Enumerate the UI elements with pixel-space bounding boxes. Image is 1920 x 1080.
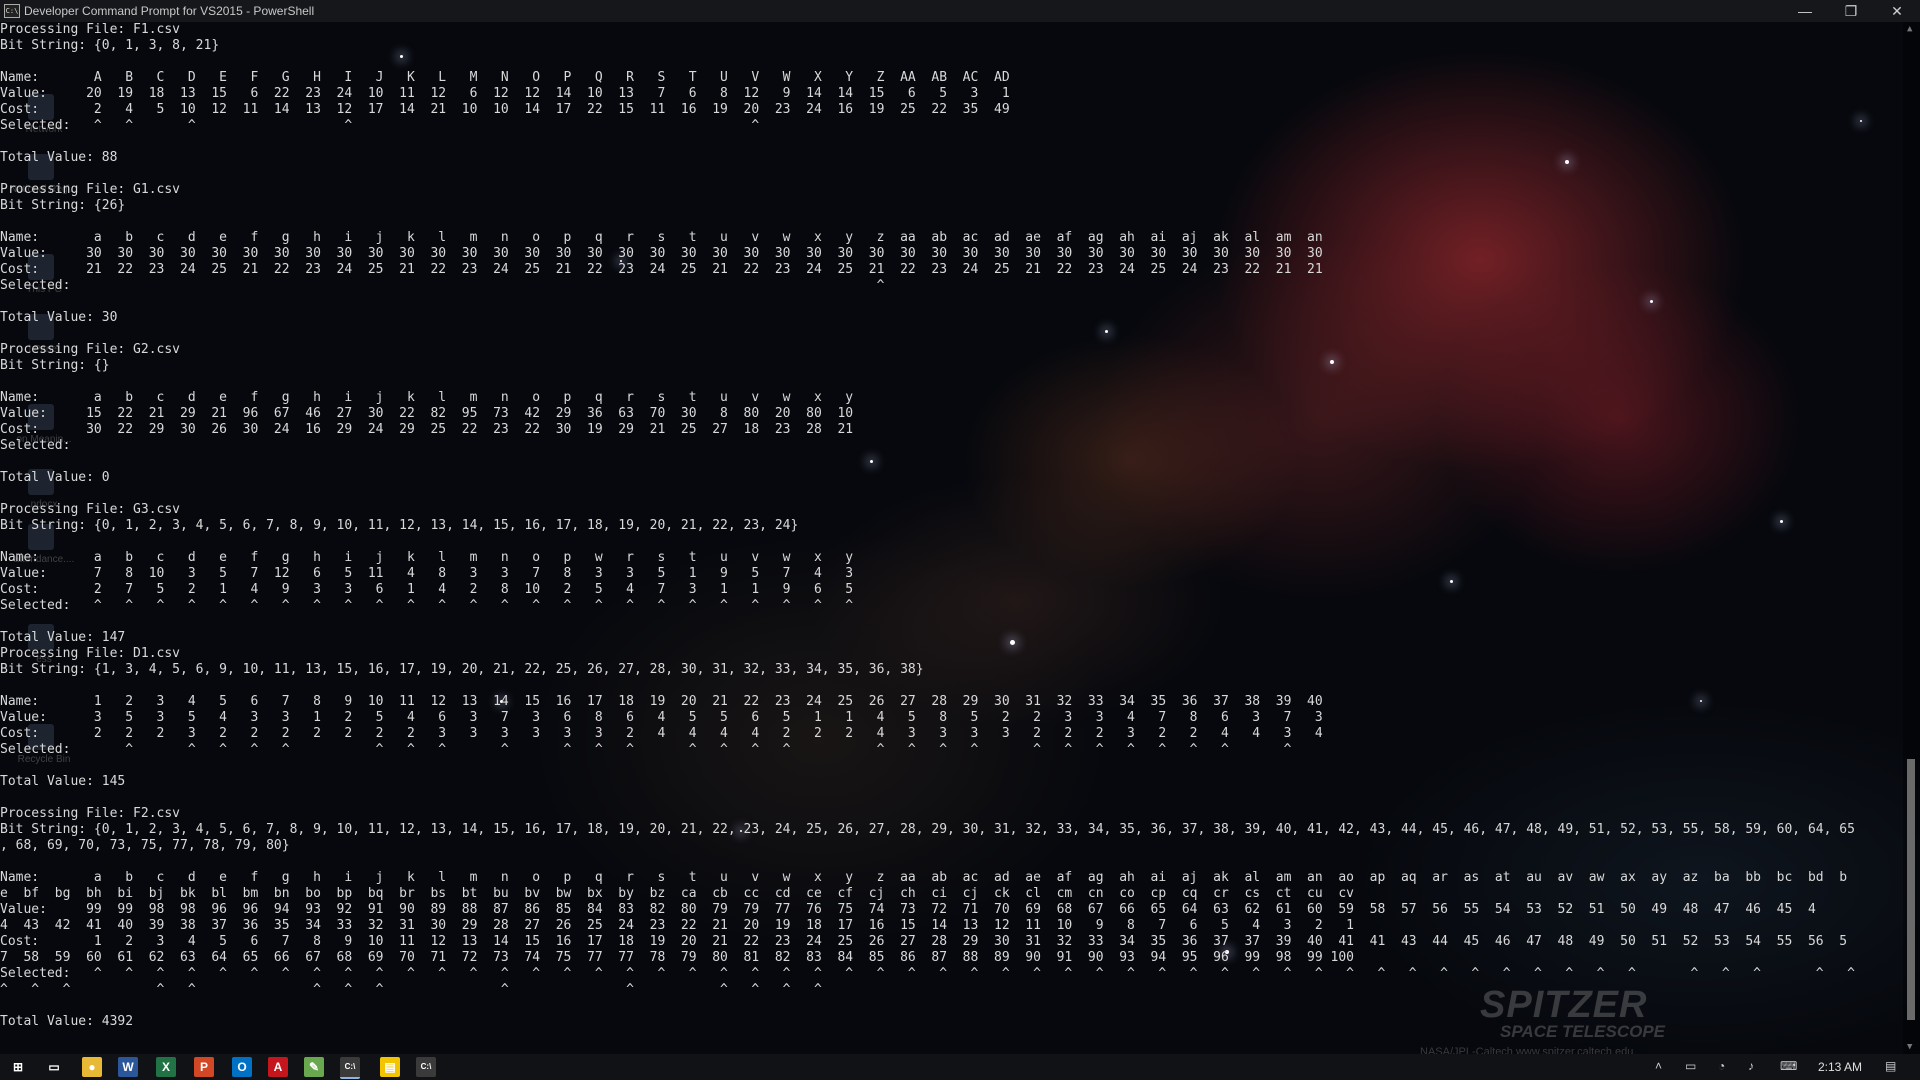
spitzer-watermark: SPITZER SPACE TELESCOPE NASA/JPL-Caltech… [1420,970,1690,1060]
taskbar-clock[interactable]: 2:13 AM [1818,1060,1862,1074]
terminal-line: Value: 15 22 21 29 21 96 67 46 27 30 22 … [0,406,854,421]
terminal-line: Total Value: 0 [0,470,110,485]
scroll-up-icon[interactable]: ▲ [1907,24,1912,34]
terminal-line: Bit String: {0, 1, 2, 3, 4, 5, 6, 7, 8, … [0,518,799,533]
terminal-line: Name: a b c d e f g h i j k l m n o p q … [0,390,854,405]
terminal-line: Bit String: {0, 1, 3, 8, 21} [0,38,220,53]
taskbar-start-icon[interactable]: ⊞ [8,1057,28,1077]
terminal-line: Cost: 1 2 3 4 5 6 7 8 9 10 11 12 13 14 1… [0,934,1848,949]
terminal-line: Selected: ^ ^ ^ ^ ^ ^ ^ ^ ^ ^ ^ ^ ^ ^ ^ … [0,598,854,613]
notification-center-icon[interactable]: ▤ [1885,1059,1896,1073]
terminal-line: Name: a b c d e f g h i j k l m n o p w … [0,550,854,565]
terminal-line: Cost: 2 4 5 10 12 11 14 13 12 17 14 21 1… [0,102,1010,117]
terminal-line: Cost: 21 22 23 24 25 21 22 23 24 25 21 2… [0,262,1323,277]
taskbar-outlook-icon[interactable]: O [232,1057,252,1077]
console-app-icon[interactable]: C:\ [4,4,20,18]
terminal-line: ^ ^ ^ ^ ^ ^ ^ ^ ^ ^ ^ ^ ^ ^ [0,982,822,997]
maximize-button[interactable]: ❐ [1828,2,1874,20]
taskbar-word-icon[interactable]: W [118,1057,138,1077]
terminal-line: e bf bg bh bi bj bk bl bm bn bo bp bq br… [0,886,1355,901]
network-icon[interactable]: ◔ [1718,1059,1725,1073]
terminal-line: Processing File: G3.csv [0,502,181,517]
terminal-line: Name: a b c d e f g h i j k l m n o p q … [0,870,1848,885]
taskbar-command-prompt-icon[interactable]: C:\ [416,1057,436,1077]
minimize-button[interactable]: — [1782,2,1828,20]
terminal-line: Bit String: {0, 1, 2, 3, 4, 5, 6, 7, 8, … [0,822,1855,837]
taskbar-sticky-notes-icon[interactable]: ▤ [380,1057,400,1077]
terminal-line: Name: 1 2 3 4 5 6 7 8 9 10 11 12 13 14 1… [0,694,1323,709]
terminal-line: Name: A B C D E F G H I J K L M N O P Q … [0,70,1010,85]
terminal-line: Total Value: 88 [0,150,118,165]
vertical-scrollbar[interactable]: ▲ ▼ [1903,22,1920,1054]
battery-icon[interactable]: ▭ [1685,1059,1696,1073]
volume-icon[interactable]: ♪ [1748,1059,1754,1073]
terminal-line: Value: 3 5 3 5 4 3 3 1 2 5 4 6 3 7 3 6 8… [0,710,1323,725]
taskbar-chrome-icon[interactable]: ● [82,1057,102,1077]
taskbar-notepad-icon[interactable]: ✎ [304,1057,324,1077]
terminal-line: Cost: 2 2 2 3 2 2 2 2 2 2 2 3 3 3 3 3 3 … [0,726,1323,741]
scrollbar-thumb[interactable] [1907,758,1915,1020]
terminal-line: Bit String: {1, 3, 4, 5, 6, 9, 10, 11, 1… [0,662,924,677]
watermark-title: SPITZER [1480,984,1648,1026]
terminal-line: Total Value: 147 [0,630,126,645]
terminal-line: Processing File: F1.csv [0,22,181,37]
terminal-line: Processing File: G2.csv [0,342,181,357]
terminal-line: Processing File: D1.csv [0,646,181,661]
terminal-line: Cost: 2 7 5 2 1 4 9 3 3 6 1 4 2 8 10 2 5… [0,582,854,597]
window-title: Developer Command Prompt for VS2015 - Po… [24,4,315,18]
terminal-output[interactable]: Processing File: F1.csv Bit String: {0, 1… [0,22,1904,1054]
terminal-line: Value: 30 30 30 30 30 30 30 30 30 30 30 … [0,246,1323,261]
terminal-line: Selected: ^ ^ ^ ^ ^ ^ ^ ^ ^ ^ ^ ^ ^ ^ ^ … [0,742,1292,757]
window-title-bar[interactable]: C:\ Developer Command Prompt for VS2015 … [0,0,1920,22]
terminal-line: Total Value: 30 [0,310,118,325]
terminal-line: , 68, 69, 70, 73, 75, 77, 78, 79, 80} [0,838,290,853]
scroll-down-icon[interactable]: ▼ [1907,1042,1912,1052]
taskbar-task-view-icon[interactable]: ▭ [44,1057,64,1077]
taskbar-acrobat-icon[interactable]: A [268,1057,288,1077]
terminal-line: Processing File: F2.csv [0,806,181,821]
taskbar-powerpoint-icon[interactable]: P [194,1057,214,1077]
terminal-line: Cost: 30 22 29 30 26 30 24 16 29 24 29 2… [0,422,854,437]
taskbar-powershell-prompt-icon[interactable]: C:\ [340,1057,360,1079]
watermark-subtitle: SPACE TELESCOPE [1500,1022,1665,1041]
close-button[interactable]: ✕ [1874,2,1920,20]
terminal-line: Bit String: {} [0,358,110,373]
keyboard-icon[interactable]: ⌨ [1780,1059,1797,1073]
terminal-line: Total Value: 145 [0,774,126,789]
show-hidden-icons[interactable]: ˄ [1655,1059,1662,1073]
terminal-line: Selected: ^ [0,278,885,293]
taskbar-excel-icon[interactable]: X [156,1057,176,1077]
terminal-line: Name: a b c d e f g h i j k l m n o p q … [0,230,1323,245]
terminal-line: Selected: [0,438,71,453]
terminal-line: 4 43 42 41 40 39 38 37 36 35 34 33 32 31… [0,918,1355,933]
terminal-line: Value: 99 99 98 98 96 96 94 93 92 91 90 … [0,902,1816,917]
terminal-line: Value: 7 8 10 3 5 7 12 6 5 11 4 8 3 3 7 … [0,566,854,581]
terminal-line: Total Value: 4392 [0,1014,134,1029]
terminal-line: 7 58 59 60 61 62 63 64 65 66 67 68 69 70… [0,950,1355,965]
terminal-line: Processing File: G1.csv [0,182,181,197]
terminal-line: Selected: ^ ^ ^ ^ ^ [0,118,760,133]
terminal-line: Bit String: {26} [0,198,126,213]
taskbar: 2:13 AM ⊞ ▭ ● W X P O A ✎ C:\ ▤ C:\ ˄ ▭ ◔ ♪ ⌨ ▤ [0,1054,1920,1080]
terminal-line: Value: 20 19 18 13 15 6 22 23 24 10 11 1… [0,86,1010,101]
